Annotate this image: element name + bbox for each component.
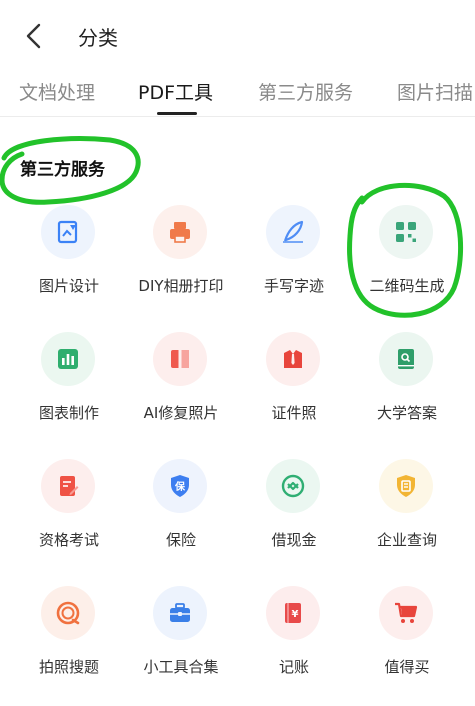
photo-print-icon-bg [153,205,207,259]
qr-code-icon [396,222,416,242]
section-title: 第三方服务 [20,160,105,180]
insurance-shield-icon: 保 [171,475,189,497]
service-label: 保险 [165,531,196,549]
service-label: 手写字迹 [263,277,324,295]
id-photo-icon [284,350,302,368]
image-design-icon-bg [41,205,95,259]
service-label: DIY相册打印 [138,277,224,295]
service-item-chart-making[interactable]: 图表制作 [13,332,125,432]
svg-text:¥: ¥ [292,609,299,620]
service-label: 证件照 [271,404,317,422]
service-item-id-photo[interactable]: 证件照 [238,332,350,432]
service-item-ai-photo-repair[interactable]: AI修复照片 [125,332,237,432]
service-label: 借现金 [271,531,317,549]
service-item-diy-photo-print[interactable]: DIY相册打印 [125,205,237,305]
insurance-shield-icon-bg: 保 [153,459,207,513]
service-label: 企业查询 [376,531,437,549]
service-label: AI修复照片 [143,404,219,422]
tabs-divider [0,116,475,117]
service-item-worth-buying[interactable]: 值得买 [351,586,463,686]
svg-text:保: 保 [174,480,186,493]
photo-search-icon [56,601,80,625]
service-item-bookkeeping[interactable]: ¥ 记账 [238,586,350,686]
feather-pen-icon-bg [266,205,320,259]
service-label: 资格考试 [38,531,99,549]
book-icon [398,349,414,369]
photo-print-icon [170,222,190,243]
bar-chart-icon-bg [41,332,95,386]
service-item-cash-loan[interactable]: 借现金 [238,459,350,559]
exam-doc-icon-bg [41,459,95,513]
toolbox-icon [170,603,190,622]
bar-chart-icon [58,349,78,369]
tab-pdf-tools[interactable]: PDF工具 [138,78,213,105]
service-item-photo-search[interactable]: 拍照搜题 [13,586,125,686]
cash-loan-icon-bg [266,459,320,513]
category-tabs: 文档处理 PDF工具 第三方服务 图片扫描 [0,76,475,118]
service-label: 小工具合集 [143,658,219,676]
app-header: 分类 [0,0,475,70]
service-item-qr-code-generate[interactable]: 二维码生成 [351,205,463,305]
tab-document-processing[interactable]: 文档处理 [19,78,95,105]
service-label: 拍照搜题 [38,658,99,676]
id-photo-icon-bg [266,332,320,386]
book-icon-bg [379,332,433,386]
photo-search-icon-bg [41,586,95,640]
toolbox-icon-bg [153,586,207,640]
service-item-university-answers[interactable]: 大学答案 [351,332,463,432]
service-label: 大学答案 [376,404,437,422]
service-label: 图表制作 [38,404,99,422]
feather-pen-icon [283,220,304,243]
shopping-cart-icon-bg [379,586,433,640]
back-arrow-icon[interactable] [22,22,46,50]
ai-photo-repair-icon [171,350,189,368]
service-label: 图片设计 [38,277,99,295]
page-title: 分类 [78,26,118,50]
company-query-icon-bg [379,459,433,513]
shopping-cart-icon [395,602,418,623]
bookkeeping-icon: ¥ [285,603,301,623]
service-item-image-design[interactable]: 图片设计 [13,205,125,305]
service-label: 记账 [278,658,309,676]
image-design-icon [57,220,78,244]
bookkeeping-icon-bg: ¥ [266,586,320,640]
service-item-company-query[interactable]: 企业查询 [351,459,463,559]
cash-loan-icon [281,474,305,498]
company-query-icon [397,475,415,497]
service-item-insurance[interactable]: 保 保险 [125,459,237,559]
exam-doc-icon [60,476,79,496]
tab-third-party-services[interactable]: 第三方服务 [258,78,353,105]
service-item-qualification-exam[interactable]: 资格考试 [13,459,125,559]
qr-code-icon-bg [379,205,433,259]
service-label: 二维码生成 [369,277,445,295]
ai-photo-repair-icon-bg [153,332,207,386]
tab-image-scan[interactable]: 图片扫描 [397,78,473,105]
service-item-toolbox[interactable]: 小工具合集 [125,586,237,686]
service-item-handwriting[interactable]: 手写字迹 [238,205,350,305]
active-tab-indicator [157,112,197,115]
service-label: 值得买 [384,658,430,676]
